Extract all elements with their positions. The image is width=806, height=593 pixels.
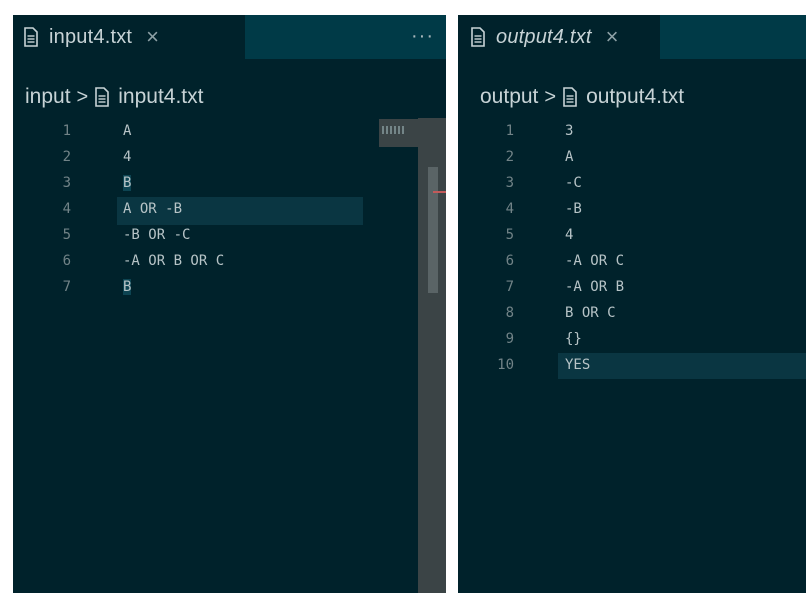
breadcrumb: output > output4.txt (480, 85, 684, 109)
chevron-right-icon: > (544, 85, 557, 108)
code-line[interactable]: 4 -B (458, 197, 806, 223)
chevron-right-icon: > (76, 85, 89, 108)
line-number: 7 (62, 279, 71, 295)
line-number: 8 (505, 305, 514, 321)
breadcrumb-file[interactable]: input4.txt (118, 85, 203, 109)
file-icon (24, 27, 38, 47)
breadcrumb-file[interactable]: output4.txt (586, 85, 684, 109)
tab-bar-right: output4.txt × (458, 15, 806, 59)
close-icon[interactable]: × (606, 26, 619, 48)
line-number: 6 (505, 253, 514, 269)
line-number: 6 (62, 253, 71, 269)
line-number: 3 (505, 175, 514, 191)
minimap-content (382, 126, 406, 134)
line-text: A (123, 123, 132, 139)
breadcrumb: input > input4.txt (25, 85, 203, 109)
tab-input4[interactable]: input4.txt × (13, 15, 245, 59)
close-icon[interactable]: × (146, 26, 159, 48)
code-line[interactable]: 7 B (13, 275, 446, 301)
line-text: 4 (123, 149, 132, 165)
line-number: 5 (505, 227, 514, 243)
line-number: 1 (62, 123, 71, 139)
line-number: 2 (505, 149, 514, 165)
line-text: 3 (565, 123, 574, 139)
line-text: {} (565, 331, 582, 347)
line-text: -A OR B (565, 279, 625, 295)
code-line[interactable]: 1 3 (458, 119, 806, 145)
more-actions-button[interactable]: ··· (411, 25, 434, 48)
editor-window: input4.txt × ··· input > input4.txt 1 A … (0, 0, 806, 593)
code-line[interactable]: 9 {} (458, 327, 806, 353)
scrollbar-marker (433, 191, 446, 193)
code-line[interactable]: 7 -A OR B (458, 275, 806, 301)
line-number: 5 (62, 227, 71, 243)
editor-pane-left: input4.txt × ··· input > input4.txt 1 A … (13, 15, 446, 593)
tab-bar-left: input4.txt × ··· (13, 15, 446, 59)
code-line[interactable]: 6 -A OR C (458, 249, 806, 275)
current-line-highlight (558, 353, 806, 379)
pane-divider[interactable] (446, 0, 458, 593)
breadcrumb-folder[interactable]: input (25, 85, 71, 109)
code-line-current[interactable]: 4 A OR -B (13, 197, 446, 225)
line-number: 4 (505, 201, 514, 217)
editor-pane-right: output4.txt × output > output4.txt 1 3 2… (458, 15, 806, 593)
line-text: YES (565, 357, 591, 373)
line-text: -C (565, 175, 582, 191)
line-number: 9 (505, 331, 514, 347)
line-text: -A OR C (565, 253, 625, 269)
line-text: B (123, 175, 132, 191)
line-number: 7 (505, 279, 514, 295)
code-line[interactable]: 3 B (13, 171, 446, 197)
line-number: 2 (62, 149, 71, 165)
scrollbar-thumb[interactable] (428, 167, 438, 293)
line-number: 3 (62, 175, 71, 191)
code-line[interactable]: 5 4 (458, 223, 806, 249)
line-number: 4 (62, 201, 71, 217)
code-line[interactable]: 2 A (458, 145, 806, 171)
code-line-current[interactable]: 10 YES (458, 353, 806, 379)
code-line[interactable]: 5 -B OR -C (13, 223, 446, 249)
line-text: 4 (565, 227, 574, 243)
file-icon (471, 27, 485, 47)
code-editor-right[interactable]: 1 3 2 A 3 -C 4 -B 5 4 6 -A OR C 7 -A OR … (458, 119, 806, 379)
breadcrumb-folder[interactable]: output (480, 85, 538, 109)
line-text: A (565, 149, 574, 165)
file-icon (95, 87, 110, 107)
line-text: -B (565, 201, 582, 217)
code-line[interactable]: 8 B OR C (458, 301, 806, 327)
line-text: A OR -B (123, 201, 183, 217)
tab-output4[interactable]: output4.txt × (458, 15, 660, 59)
line-text: -B OR -C (123, 227, 191, 243)
line-text: -A OR B OR C (123, 253, 225, 269)
line-number: 1 (505, 123, 514, 139)
code-line[interactable]: 3 -C (458, 171, 806, 197)
tab-label: input4.txt (49, 25, 133, 48)
code-line[interactable]: 2 4 (13, 145, 446, 171)
line-text: B (123, 279, 132, 295)
line-text: B OR C (565, 305, 616, 321)
file-icon (563, 87, 577, 107)
tab-label: output4.txt (496, 25, 592, 48)
line-number: 10 (497, 357, 514, 373)
code-line[interactable]: 6 -A OR B OR C (13, 249, 446, 275)
